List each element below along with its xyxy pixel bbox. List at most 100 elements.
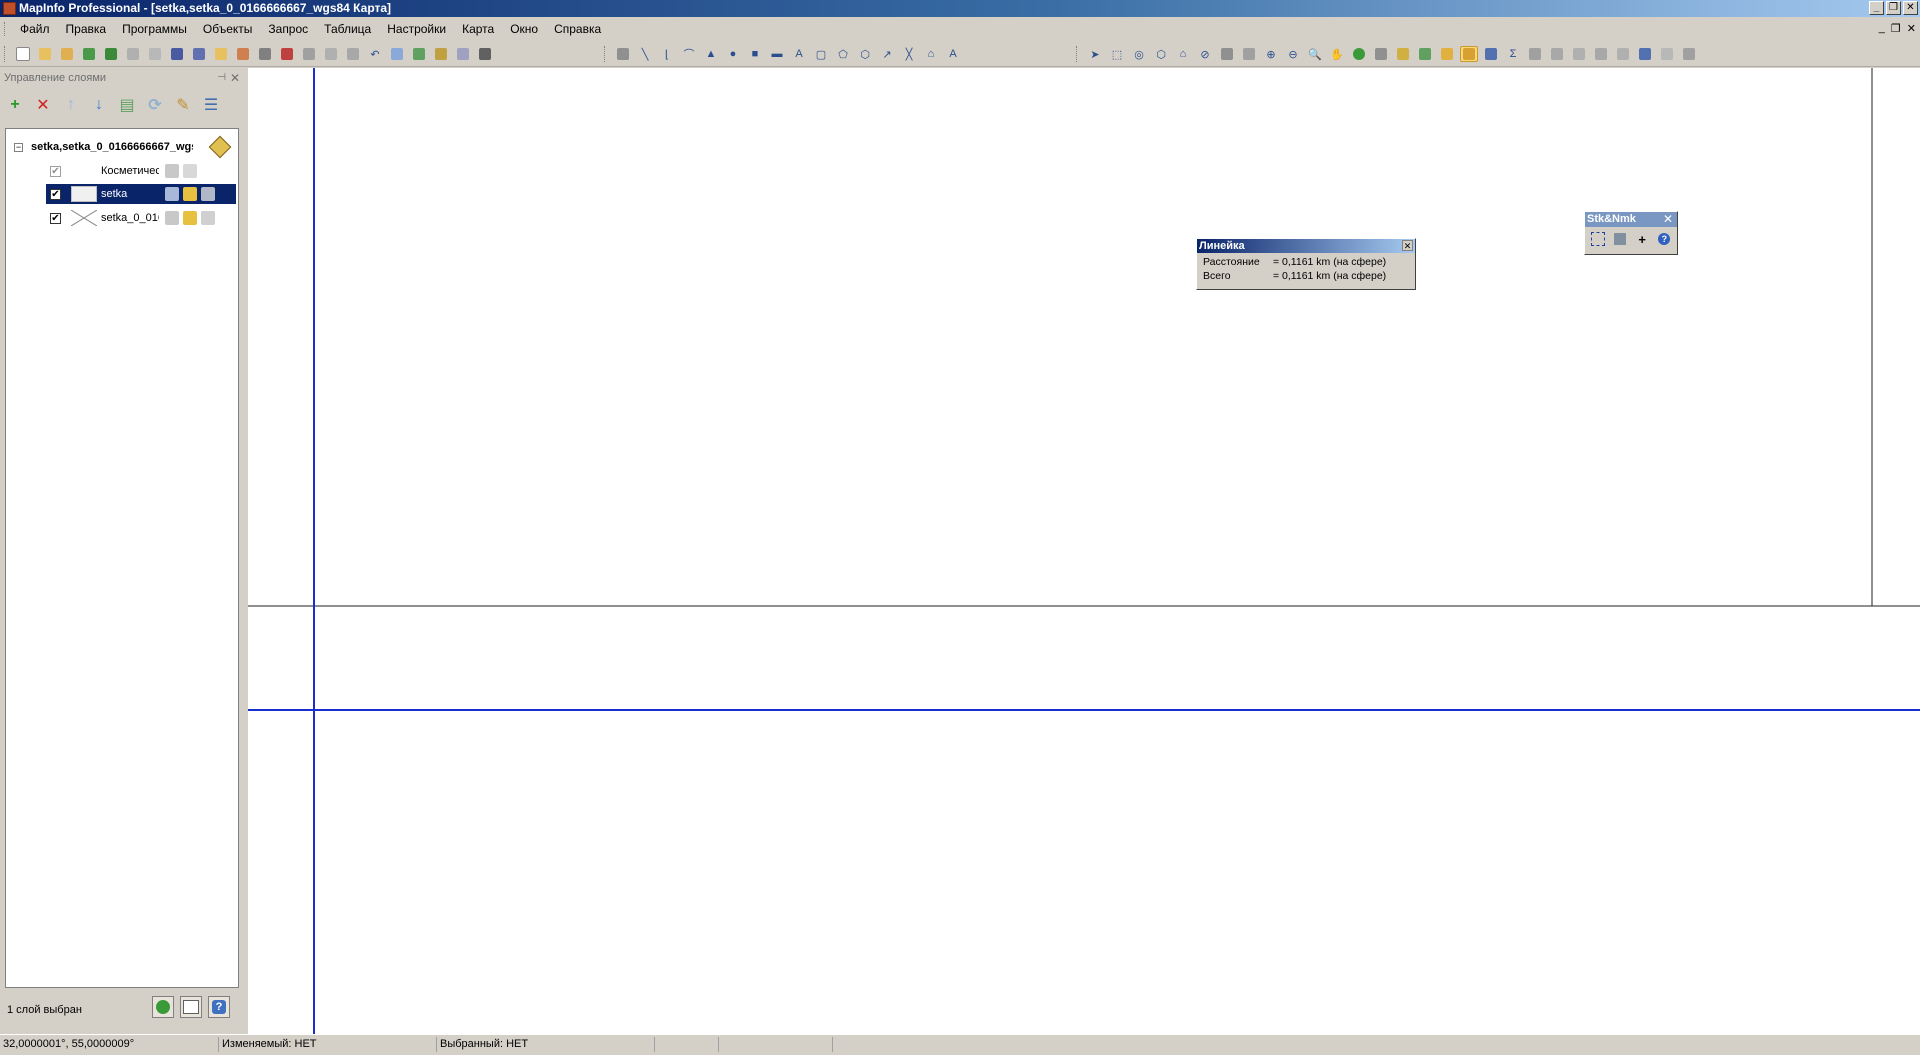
polygon-tool-icon[interactable]: ▲ <box>702 46 720 62</box>
clip-region-icon[interactable] <box>1526 46 1544 62</box>
change-view-icon[interactable]: 🔍 <box>1306 46 1324 62</box>
layer-options-button[interactable] <box>180 996 202 1018</box>
move-layer-down-button[interactable]: ↓ <box>88 94 110 116</box>
reshape-tool-icon[interactable]: ⬠ <box>834 46 852 62</box>
frame-tool-icon[interactable]: ▢ <box>812 46 830 62</box>
disabled-tool-icon[interactable] <box>146 46 164 62</box>
stk-titlebar[interactable]: Stk&Nmk ✕ <box>1585 212 1677 227</box>
statistics-icon[interactable]: Σ <box>1504 46 1522 62</box>
save-icon[interactable] <box>168 46 186 62</box>
disabled-tool-icon[interactable] <box>1680 46 1698 62</box>
toolbar-grip[interactable] <box>1076 46 1080 62</box>
text-tool-icon[interactable]: A <box>790 46 808 62</box>
disabled-tool-icon[interactable] <box>1570 46 1588 62</box>
disabled-tool-icon[interactable] <box>1592 46 1610 62</box>
layer-style-swatch[interactable] <box>71 186 97 202</box>
ellipse-tool-icon[interactable]: ● <box>724 46 742 62</box>
unselect-all-icon[interactable]: ⊘ <box>1196 46 1214 62</box>
polyline-tool-icon[interactable]: ⌊ <box>658 46 676 62</box>
close-button[interactable]: ✕ <box>1903 1 1918 15</box>
print-icon[interactable] <box>256 46 274 62</box>
rectangle-tool-icon[interactable]: ■ <box>746 46 764 62</box>
zoom-out-icon[interactable]: ⊖ <box>1284 46 1302 62</box>
ruler-tool-icon[interactable] <box>1460 46 1478 62</box>
toolbar-grip[interactable] <box>604 46 608 62</box>
rounded-rectangle-tool-icon[interactable]: ▬ <box>768 46 786 62</box>
select-style-icon[interactable]: ↗ <box>878 46 896 62</box>
selectable-icon[interactable] <box>183 164 197 178</box>
menu-table[interactable]: Таблица <box>316 22 379 36</box>
label-icon[interactable] <box>201 187 215 201</box>
new-grapher-icon[interactable] <box>410 46 428 62</box>
toolbar-grip[interactable] <box>4 46 8 62</box>
minimize-button[interactable]: _ <box>1869 1 1884 15</box>
sheet-tool-icon[interactable] <box>1611 230 1628 248</box>
new-layout-icon[interactable] <box>432 46 450 62</box>
layer-options-button[interactable]: ☰ <box>200 94 222 116</box>
new-file-icon[interactable] <box>14 46 32 62</box>
map-properties-icon[interactable] <box>208 135 232 159</box>
open-web-icon[interactable] <box>102 46 120 62</box>
radius-select-icon[interactable]: ◎ <box>1130 46 1148 62</box>
hotlink-tool-icon[interactable] <box>1372 46 1390 62</box>
visibility-checkbox[interactable]: ✔ <box>50 212 61 224</box>
drag-map-icon[interactable] <box>1416 46 1434 62</box>
boundary-select-icon[interactable]: ⌂ <box>1174 46 1192 62</box>
line-tool-icon[interactable]: ╲ <box>636 46 654 62</box>
open-table-icon[interactable] <box>212 46 230 62</box>
undo-icon[interactable]: ↶ <box>366 46 384 62</box>
menu-help[interactable]: Справка <box>546 22 609 36</box>
apply-button[interactable] <box>152 996 174 1018</box>
info-tool-icon[interactable] <box>1350 46 1368 62</box>
mdi-restore-button[interactable]: ❐ <box>1891 22 1901 35</box>
disabled-tool-icon[interactable] <box>1658 46 1676 62</box>
text-style-icon[interactable]: A <box>944 46 962 62</box>
selectable-icon[interactable] <box>183 187 197 201</box>
invert-selection-icon[interactable] <box>1218 46 1236 62</box>
polygon-select-icon[interactable]: ⬡ <box>1152 46 1170 62</box>
close-icon[interactable]: ✕ <box>230 70 240 86</box>
menu-map[interactable]: Карта <box>454 22 502 36</box>
layer-properties-button[interactable]: ▤ <box>116 94 138 116</box>
select-arrow-icon[interactable]: ➤ <box>1086 46 1104 62</box>
zoom-in-icon[interactable]: ⊕ <box>1262 46 1280 62</box>
menu-window[interactable]: Окно <box>502 22 546 36</box>
selectable-icon[interactable] <box>183 211 197 225</box>
stk-close-button[interactable]: ✕ <box>1663 212 1673 227</box>
set-clip-icon[interactable] <box>1548 46 1566 62</box>
new-3d-icon[interactable] <box>476 46 494 62</box>
menu-query[interactable]: Запрос <box>260 22 316 36</box>
layer-row-cosmetic[interactable]: ✔ Косметический слой <box>46 161 236 181</box>
region-style-icon[interactable]: ⌂ <box>922 46 940 62</box>
select-tool-icon[interactable] <box>1589 230 1606 248</box>
reorder-layers-button[interactable]: ⟳ <box>144 94 166 116</box>
open-workspace-icon[interactable] <box>58 46 76 62</box>
restore-button[interactable]: ❐ <box>1886 1 1901 15</box>
scale-bar-icon[interactable] <box>1636 46 1654 62</box>
label-tool-icon[interactable] <box>1394 46 1412 62</box>
symbol-tool-icon[interactable] <box>614 46 632 62</box>
save-workspace-icon[interactable] <box>190 46 208 62</box>
layer-control-icon[interactable] <box>1438 46 1456 62</box>
menu-options[interactable]: Настройки <box>379 22 454 36</box>
open-dbms-icon[interactable] <box>80 46 98 62</box>
remove-layer-button[interactable]: ✕ <box>32 94 54 116</box>
menu-programs[interactable]: Программы <box>114 22 195 36</box>
collapse-icon[interactable]: − <box>14 142 23 152</box>
label-icon[interactable] <box>201 211 215 225</box>
add-layer-button[interactable]: + <box>4 94 26 116</box>
show-legend-icon[interactable] <box>1482 46 1500 62</box>
new-mapper-icon[interactable] <box>388 46 406 62</box>
open-folder-icon[interactable] <box>36 46 54 62</box>
map-window-node[interactable]: − setka,setka_0_0166666667_wgs84 <box>14 139 193 155</box>
cut-icon[interactable] <box>300 46 318 62</box>
graph-select-icon[interactable] <box>1240 46 1258 62</box>
editable-icon[interactable] <box>165 211 179 225</box>
menubar-grip[interactable] <box>4 22 8 36</box>
ruler-titlebar[interactable]: Линейка ✕ <box>1197 239 1415 253</box>
disabled-tool-icon[interactable] <box>124 46 142 62</box>
layer-row-setka[interactable]: ✔ setka <box>46 184 236 204</box>
layer-style-button[interactable]: ✎ <box>172 94 194 116</box>
menu-file[interactable]: Файл <box>12 22 58 36</box>
editable-icon[interactable] <box>165 164 179 178</box>
